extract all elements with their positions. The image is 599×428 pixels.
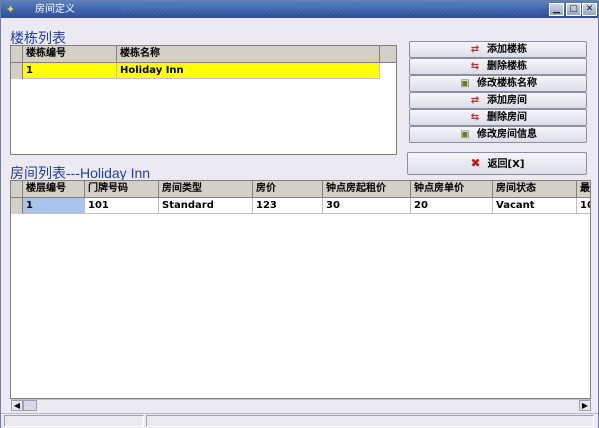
add-room-button[interactable]: ⇄ 添加房间 bbox=[409, 92, 587, 109]
minimize-button[interactable]: ▁ bbox=[549, 3, 564, 16]
scroll-right-icon[interactable]: ▶ bbox=[579, 400, 591, 411]
room-grid-header: 楼层编号 门牌号码 房间类型 房价 钟点房起租价 钟点房单价 房间状态 最 bbox=[11, 181, 590, 198]
row-indicator bbox=[11, 198, 23, 214]
app-icon: ✦ bbox=[5, 3, 16, 16]
button-label: 删除房间 bbox=[487, 112, 527, 123]
scroll-thumb[interactable] bbox=[23, 400, 37, 411]
room-type-cell[interactable]: Standard bbox=[159, 198, 253, 214]
hourly-start-price-cell[interactable]: 30 bbox=[323, 198, 411, 214]
rename-building-button[interactable]: ▣ 修改楼栋名称 bbox=[409, 75, 587, 92]
button-label: 返回[X] bbox=[487, 159, 525, 170]
status-panel bbox=[4, 415, 144, 427]
room-grid[interactable]: 楼层编号 门牌号码 房间类型 房价 钟点房起租价 钟点房单价 房间状态 最 1 … bbox=[10, 180, 591, 399]
scroll-left-icon[interactable]: ◀ bbox=[11, 400, 23, 411]
building-grid[interactable]: 楼栋编号 楼栋名称 1 Holiday Inn bbox=[10, 45, 397, 155]
column-header[interactable]: 最 bbox=[577, 181, 590, 197]
hourly-unit-price-cell[interactable]: 20 bbox=[411, 198, 493, 214]
status-panel bbox=[146, 415, 594, 427]
window-title: 房间定义 bbox=[35, 4, 75, 15]
status-bar bbox=[1, 413, 598, 428]
column-header[interactable]: 钟点房单价 bbox=[411, 181, 493, 197]
edit-room-button[interactable]: ▣ 修改房间信息 bbox=[409, 126, 587, 143]
floor-number-cell[interactable]: 1 bbox=[23, 198, 85, 214]
title-bar[interactable]: ✦ 房间定义 ▁ ▢ ✕ bbox=[1, 1, 598, 18]
building-name-cell[interactable]: Holiday Inn bbox=[117, 63, 380, 79]
add-building-button[interactable]: ⇄ 添加楼栋 bbox=[409, 41, 587, 58]
button-label: 删除楼栋 bbox=[487, 61, 527, 72]
column-header[interactable]: 钟点房起租价 bbox=[323, 181, 411, 197]
maximize-button[interactable]: ▢ bbox=[566, 3, 581, 16]
add-icon: ⇄ bbox=[470, 95, 480, 106]
column-header[interactable]: 房间类型 bbox=[159, 181, 253, 197]
column-header[interactable]: 楼层编号 bbox=[23, 181, 85, 197]
add-icon: ⇄ bbox=[470, 44, 480, 55]
close-button[interactable]: ✕ bbox=[582, 3, 597, 16]
return-button[interactable]: ✖ 返回[X] bbox=[407, 152, 587, 175]
horizontal-scrollbar[interactable]: ◀ ▶ bbox=[11, 399, 591, 411]
room-status-cell[interactable]: Vacant bbox=[493, 198, 577, 214]
close-icon: ✖ bbox=[470, 156, 481, 170]
building-grid-header: 楼栋编号 楼栋名称 bbox=[11, 46, 396, 63]
button-label: 修改房间信息 bbox=[477, 129, 537, 140]
button-label: 修改楼栋名称 bbox=[477, 78, 537, 89]
row-indicator-header bbox=[11, 46, 23, 62]
row-indicator-header bbox=[11, 181, 23, 197]
truncated-cell[interactable]: 10 bbox=[577, 198, 590, 214]
room-price-cell[interactable]: 123 bbox=[253, 198, 323, 214]
titlebar-pattern bbox=[121, 5, 540, 14]
building-id-cell[interactable]: 1 bbox=[23, 63, 117, 79]
button-label: 添加楼栋 bbox=[487, 44, 527, 55]
button-label: 添加房间 bbox=[487, 95, 527, 106]
edit-icon: ▣ bbox=[460, 129, 470, 140]
table-row[interactable]: 1 Holiday Inn bbox=[11, 63, 396, 79]
delete-room-button[interactable]: ⇆ 删除房间 bbox=[409, 109, 587, 126]
edit-icon: ▣ bbox=[460, 78, 470, 89]
column-header[interactable]: 门牌号码 bbox=[85, 181, 159, 197]
column-header[interactable]: 房价 bbox=[253, 181, 323, 197]
table-row[interactable]: 1 101 Standard 123 30 20 Vacant 10 bbox=[11, 198, 590, 214]
column-header[interactable]: 楼栋编号 bbox=[23, 46, 117, 62]
delete-icon: ⇆ bbox=[470, 61, 480, 72]
delete-icon: ⇆ bbox=[470, 112, 480, 123]
column-header[interactable]: 房间状态 bbox=[493, 181, 577, 197]
room-definition-window: ✦ 房间定义 ▁ ▢ ✕ 楼栋列表 楼栋编号 楼栋名称 1 Holiday In… bbox=[0, 0, 599, 428]
room-number-cell[interactable]: 101 bbox=[85, 198, 159, 214]
column-header[interactable]: 楼栋名称 bbox=[117, 46, 380, 62]
delete-building-button[interactable]: ⇆ 删除楼栋 bbox=[409, 58, 587, 75]
row-indicator bbox=[11, 63, 23, 79]
